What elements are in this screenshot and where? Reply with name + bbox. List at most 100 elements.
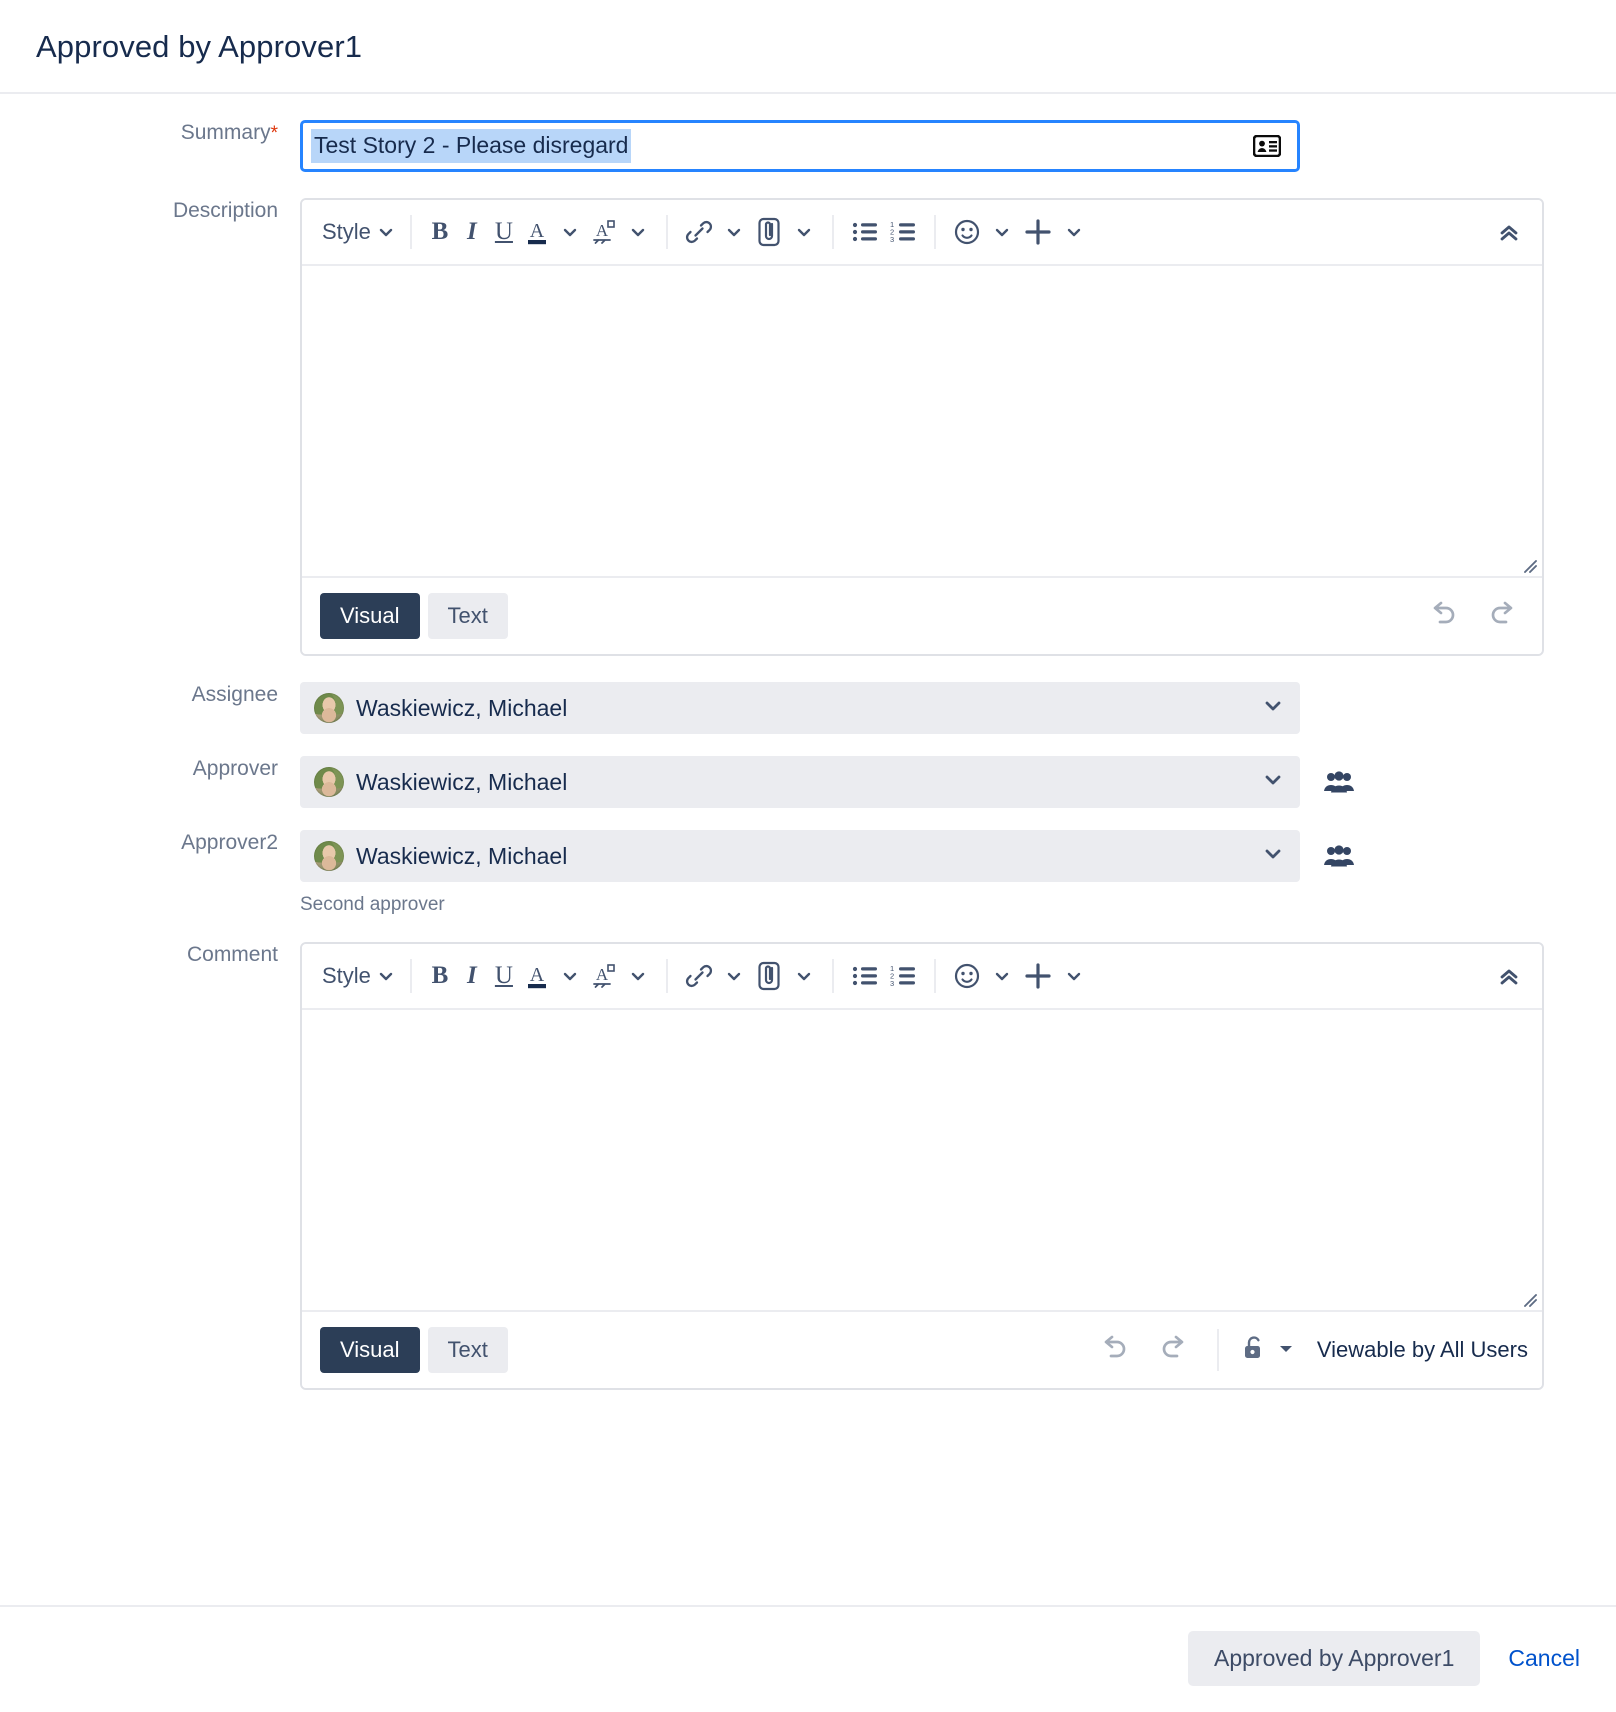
comment-visibility-label: Viewable by All Users <box>1316 1337 1528 1363</box>
text-highlight-button[interactable]: A <box>586 956 622 996</box>
approver2-row: Waskiewicz, Michael <box>300 830 1576 883</box>
tab-text[interactable]: Text <box>427 1327 508 1374</box>
cancel-button[interactable]: Cancel <box>1506 1641 1582 1676</box>
numbered-list-button[interactable]: 1 2 3 <box>884 956 922 996</box>
underline-button[interactable]: U <box>488 956 520 996</box>
svg-text:A: A <box>596 965 609 984</box>
assignee-control: Waskiewicz, Michael <box>300 682 1616 735</box>
bullet-list-button[interactable] <box>846 212 884 252</box>
style-dropdown-button[interactable]: Style <box>320 212 398 252</box>
dialog-body: Summary* Test Story 2 - Please disregard <box>0 94 1616 1605</box>
toolbar-divider <box>831 215 834 250</box>
collapse-toolbar-button[interactable] <box>1490 212 1528 252</box>
visibility-dropdown-arrow[interactable] <box>1277 1341 1295 1360</box>
submit-button[interactable]: Approved by Approver1 <box>1188 1631 1481 1686</box>
text-highlight-dropdown[interactable] <box>622 212 654 252</box>
link-dropdown[interactable] <box>718 212 750 252</box>
attachment-dropdown[interactable] <box>788 212 820 252</box>
description-textarea[interactable] <box>302 266 1542 577</box>
bold-button[interactable]: B <box>424 956 456 996</box>
plus-icon <box>1025 219 1051 245</box>
chevron-down-icon <box>797 972 811 981</box>
link-button[interactable] <box>680 956 718 996</box>
chevron-down-icon <box>379 972 393 981</box>
chevron-down-icon[interactable] <box>1262 695 1284 722</box>
emoji-button[interactable] <box>948 212 986 252</box>
chevron-down-icon[interactable] <box>1262 769 1284 796</box>
underline-button[interactable]: U <box>488 212 520 252</box>
attachment-button[interactable] <box>750 956 788 996</box>
style-dropdown-label: Style <box>322 219 371 245</box>
link-dropdown[interactable] <box>718 956 750 996</box>
resize-handle[interactable] <box>1519 555 1537 574</box>
description-toolbar: Style B I U A A 1 2 3 <box>302 200 1542 267</box>
insert-more-dropdown[interactable] <box>1058 212 1090 252</box>
toolbar-divider <box>409 215 412 250</box>
field-row-summary: Summary* Test Story 2 - Please disregard <box>0 120 1616 173</box>
insert-more-dropdown[interactable] <box>1058 956 1090 996</box>
numbered-list-button[interactable]: 1 2 3 <box>884 212 922 252</box>
dialog-footer: Approved by Approver1 Cancel <box>0 1605 1616 1712</box>
page-title: Approved by Approver1 <box>36 29 363 64</box>
italic-button[interactable]: I <box>456 212 488 252</box>
insert-more-button[interactable] <box>1018 956 1058 996</box>
toolbar-group-extras <box>948 956 1090 996</box>
approver-picker[interactable]: Waskiewicz, Michael <box>300 756 1300 809</box>
attachment-dropdown[interactable] <box>788 956 820 996</box>
link-button[interactable] <box>680 212 718 252</box>
tab-visual[interactable]: Visual <box>320 593 420 640</box>
emoji-dropdown[interactable] <box>986 212 1018 252</box>
undo-button[interactable] <box>1426 599 1460 634</box>
approver-group-picker-icon[interactable] <box>1322 765 1356 799</box>
chevron-down-icon <box>1067 972 1081 981</box>
assignee-value: Waskiewicz, Michael <box>356 694 568 721</box>
toolbar-divider <box>665 215 668 250</box>
insert-more-button[interactable] <box>1018 212 1058 252</box>
tab-visual[interactable]: Visual <box>320 1327 420 1374</box>
chevron-down-icon <box>727 228 741 237</box>
undo-button[interactable] <box>1097 1333 1131 1368</box>
contact-card-icon[interactable] <box>1253 134 1281 158</box>
approver2-picker[interactable]: Waskiewicz, Michael <box>300 830 1300 883</box>
footer-divider <box>1216 1329 1219 1372</box>
toolbar-group-format: B I U A A <box>424 956 654 996</box>
chevron-double-up-icon <box>1500 969 1518 985</box>
tab-text[interactable]: Text <box>427 593 508 640</box>
comment-mode-tabs: Visual Text <box>320 1327 508 1374</box>
style-dropdown-button[interactable]: Style <box>320 956 398 996</box>
comment-visibility-control[interactable]: Viewable by All Users <box>1241 1333 1528 1368</box>
resize-handle[interactable] <box>1519 1289 1537 1308</box>
bullet-list-icon <box>852 222 877 242</box>
approver-value: Waskiewicz, Michael <box>356 768 568 795</box>
redo-button[interactable] <box>1157 1333 1191 1368</box>
collapse-toolbar-button[interactable] <box>1490 956 1528 996</box>
emoji-button[interactable] <box>948 956 986 996</box>
bullet-list-button[interactable] <box>846 956 884 996</box>
text-color-dropdown[interactable] <box>554 956 586 996</box>
chevron-down-icon <box>631 228 645 237</box>
text-highlight-button[interactable]: A <box>586 212 622 252</box>
toolbar-group-lists: 1 2 3 <box>846 212 922 252</box>
paperclip-icon <box>758 961 780 991</box>
text-highlight-dropdown[interactable] <box>622 956 654 996</box>
comment-footer-right: Viewable by All Users <box>1097 1329 1528 1372</box>
comment-textarea[interactable] <box>302 1010 1542 1311</box>
text-color-button[interactable]: A <box>520 212 554 252</box>
text-highlight-icon: A <box>593 220 615 244</box>
bold-button[interactable]: B <box>424 212 456 252</box>
text-color-button[interactable]: A <box>520 956 554 996</box>
redo-button[interactable] <box>1486 599 1520 634</box>
description-editor: Style B I U A A 1 2 3 Visual Text <box>300 198 1544 657</box>
emoji-dropdown[interactable] <box>986 956 1018 996</box>
chevron-down-icon[interactable] <box>1262 843 1284 870</box>
toolbar-divider <box>831 959 834 994</box>
text-color-dropdown[interactable] <box>554 212 586 252</box>
description-footer-right <box>1426 599 1528 634</box>
assignee-picker[interactable]: Waskiewicz, Michael <box>300 682 1300 735</box>
assignee-label: Assignee <box>191 683 278 707</box>
style-dropdown-label: Style <box>322 963 371 989</box>
italic-button[interactable]: I <box>456 956 488 996</box>
summary-input[interactable]: Test Story 2 - Please disregard <box>300 120 1300 173</box>
attachment-button[interactable] <box>750 212 788 252</box>
approver2-group-picker-icon[interactable] <box>1322 839 1356 873</box>
